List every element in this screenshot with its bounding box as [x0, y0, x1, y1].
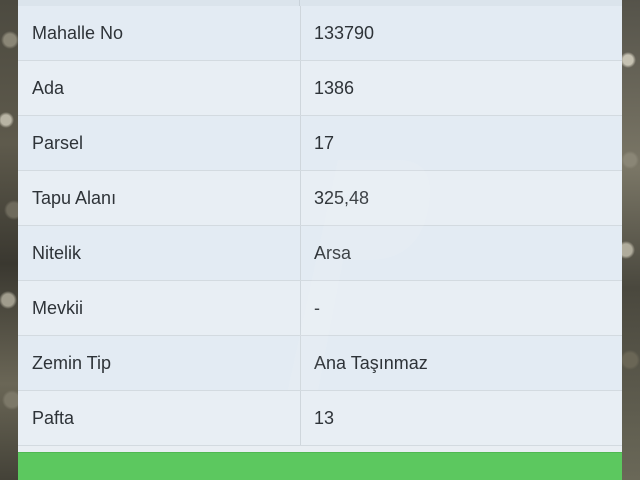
table-row: Zemin Tip Ana Taşınmaz — [18, 335, 622, 391]
table-row: Tapu Alanı 325,48 — [18, 170, 622, 226]
row-value-pafta: 13 — [300, 390, 622, 446]
row-value-mevkii: - — [300, 280, 622, 336]
table-row: Mevkii - — [18, 280, 622, 336]
row-label-zemin-tip: Zemin Tip — [18, 335, 301, 391]
row-label-mevkii: Mevkii — [18, 280, 301, 336]
row-label-ada: Ada — [18, 60, 301, 116]
row-value-nitelik: Arsa — [300, 225, 622, 281]
row-label-tapu-alani: Tapu Alanı — [18, 170, 301, 226]
row-value-mahalle-no: 133790 — [300, 6, 622, 61]
row-label-parsel: Parsel — [18, 115, 301, 171]
row-value-parsel: 17 — [300, 115, 622, 171]
table-row: Nitelik Arsa — [18, 225, 622, 281]
row-value-ada: 1386 — [300, 60, 622, 116]
parcel-info-panel: Mahalle No 133790 Ada 1386 Parsel 17 Tap… — [18, 0, 622, 480]
table-row: Ada 1386 — [18, 60, 622, 116]
row-label-pafta: Pafta — [18, 390, 301, 446]
screen: Mahalle No 133790 Ada 1386 Parsel 17 Tap… — [0, 0, 640, 480]
row-value-zemin-tip: Ana Taşınmaz — [300, 335, 622, 391]
table-row: Pafta 13 — [18, 390, 622, 446]
table-row: Parsel 17 — [18, 115, 622, 171]
row-label-mahalle-no: Mahalle No — [18, 6, 301, 61]
row-label-nitelik: Nitelik — [18, 225, 301, 281]
row-value-tapu-alani: 325,48 — [300, 170, 622, 226]
table-row: Mahalle No 133790 — [18, 6, 622, 61]
action-button[interactable] — [18, 452, 622, 480]
parcel-info-table: Mahalle No 133790 Ada 1386 Parsel 17 Tap… — [18, 6, 622, 446]
